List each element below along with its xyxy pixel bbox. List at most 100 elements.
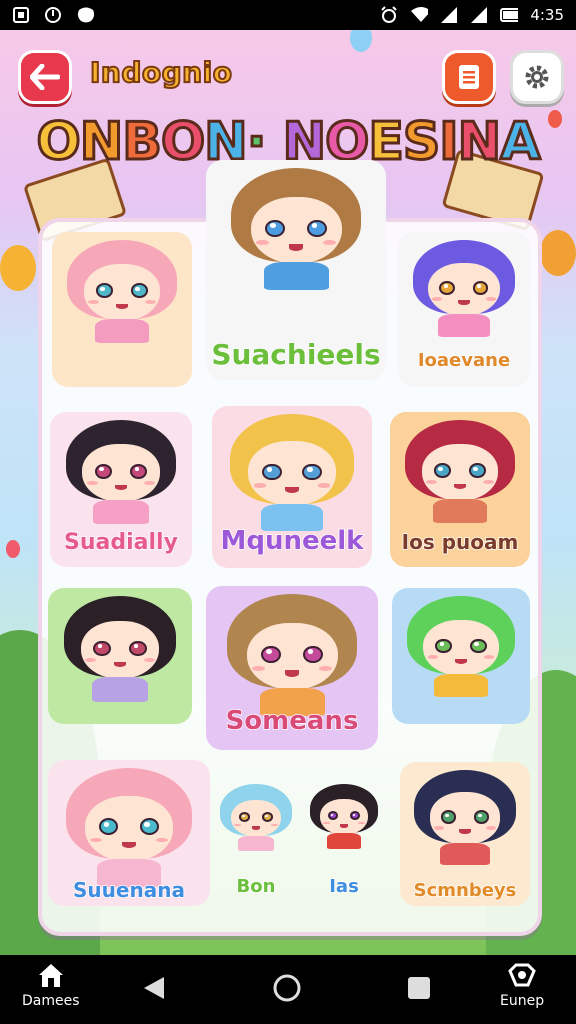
blush bbox=[322, 821, 330, 825]
character-portrait bbox=[405, 420, 515, 524]
mouth bbox=[285, 486, 299, 494]
character-portrait bbox=[407, 596, 515, 698]
balloon-decoration bbox=[540, 230, 576, 276]
square-recents-icon bbox=[408, 977, 430, 999]
blush bbox=[482, 480, 494, 485]
character-card[interactable]: Scmnbeys bbox=[400, 762, 530, 906]
outfit bbox=[438, 314, 490, 337]
blush bbox=[143, 658, 155, 663]
triangle-back-icon bbox=[144, 977, 164, 999]
face bbox=[80, 620, 160, 680]
app-title: Indognio bbox=[89, 55, 233, 90]
eye bbox=[302, 645, 323, 664]
character-card[interactable]: Someans bbox=[206, 586, 378, 750]
game-icon bbox=[76, 6, 94, 24]
outfit bbox=[439, 843, 491, 866]
face bbox=[246, 622, 338, 691]
face bbox=[250, 196, 342, 265]
mouth bbox=[251, 825, 260, 830]
home-nav-button[interactable] bbox=[272, 973, 302, 1003]
mouth bbox=[454, 658, 467, 665]
eye bbox=[469, 463, 486, 479]
character-card[interactable]: Suuenana bbox=[48, 760, 210, 906]
outfit bbox=[432, 498, 488, 523]
character-portrait bbox=[227, 594, 357, 718]
blush bbox=[433, 826, 444, 830]
face bbox=[84, 795, 174, 862]
face bbox=[82, 444, 160, 502]
mouth bbox=[459, 829, 471, 835]
nav-right-label: Eunep bbox=[500, 993, 545, 1009]
face bbox=[427, 262, 501, 317]
blush bbox=[86, 481, 98, 486]
mouth bbox=[453, 483, 467, 490]
back-button[interactable] bbox=[18, 50, 72, 104]
signal-icon bbox=[470, 6, 488, 24]
character-name-label: Suadially bbox=[63, 529, 178, 556]
recents-nav-button[interactable] bbox=[406, 975, 432, 1001]
eye bbox=[95, 283, 113, 299]
battery-icon bbox=[500, 6, 519, 24]
blush bbox=[233, 823, 241, 827]
balloon-decoration bbox=[6, 540, 20, 558]
eye bbox=[131, 283, 148, 299]
eye bbox=[139, 818, 160, 836]
character-portrait bbox=[220, 784, 292, 852]
character-card[interactable]: Bon bbox=[210, 776, 302, 904]
blush bbox=[144, 481, 156, 486]
eye bbox=[238, 812, 250, 823]
blush bbox=[427, 655, 439, 660]
eye bbox=[327, 811, 339, 821]
character-card[interactable]: Mquneelk bbox=[212, 406, 372, 568]
settings-button[interactable] bbox=[510, 50, 564, 104]
blush bbox=[318, 482, 331, 488]
home-icon bbox=[38, 964, 63, 987]
character-card[interactable]: Ias bbox=[300, 776, 388, 904]
mouth bbox=[288, 243, 304, 251]
eye bbox=[98, 818, 119, 836]
outfit bbox=[326, 833, 362, 849]
blush bbox=[85, 658, 97, 663]
mouth bbox=[284, 669, 300, 677]
blush bbox=[271, 823, 279, 827]
eye bbox=[94, 463, 112, 479]
eye bbox=[306, 219, 327, 238]
character-portrait bbox=[65, 420, 177, 525]
character-card[interactable]: Suachieels bbox=[206, 160, 386, 380]
character-name-label: Ios puoam bbox=[401, 529, 519, 555]
blush bbox=[88, 300, 100, 305]
signal-icon bbox=[440, 6, 458, 24]
eye bbox=[440, 810, 457, 824]
eye bbox=[472, 280, 489, 295]
mouth bbox=[340, 824, 348, 828]
character-card[interactable]: Suadially bbox=[50, 412, 192, 567]
outfit bbox=[434, 673, 488, 698]
character-name-label: Ias bbox=[328, 875, 359, 898]
eye bbox=[302, 463, 322, 481]
nav-right[interactable]: Eunep bbox=[500, 961, 544, 1009]
character-card[interactable] bbox=[52, 232, 192, 387]
header: Indognio bbox=[0, 40, 576, 104]
outfit bbox=[238, 835, 274, 852]
character-portrait bbox=[63, 596, 177, 703]
back-nav-button[interactable] bbox=[142, 975, 166, 1001]
character-card[interactable] bbox=[392, 588, 530, 724]
eye bbox=[93, 640, 111, 656]
face bbox=[230, 799, 282, 838]
list-icon bbox=[459, 65, 479, 89]
character-card[interactable]: Ioaevane bbox=[398, 232, 530, 387]
mouth bbox=[458, 300, 470, 306]
navigation-bar: Damees Eunep bbox=[0, 955, 576, 1024]
character-portrait bbox=[231, 168, 361, 292]
blush bbox=[358, 821, 366, 825]
blush bbox=[144, 300, 156, 305]
face bbox=[248, 441, 336, 507]
nav-home[interactable]: Damees bbox=[22, 961, 80, 1009]
character-card[interactable]: Ios puoam bbox=[390, 412, 530, 567]
face bbox=[319, 799, 368, 835]
mouth bbox=[114, 484, 128, 491]
character-portrait bbox=[65, 768, 193, 888]
menu-button[interactable] bbox=[442, 50, 496, 104]
blush bbox=[323, 239, 337, 245]
character-card[interactable] bbox=[48, 588, 192, 724]
